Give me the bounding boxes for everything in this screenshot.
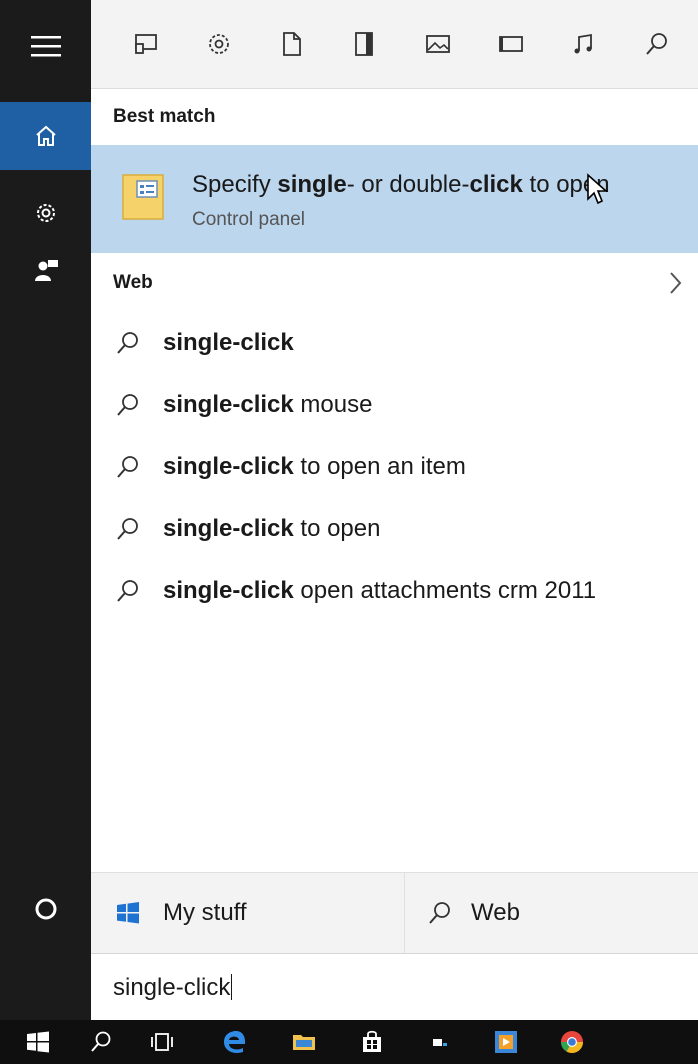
suggestion-text: single-click to open an item <box>163 453 466 481</box>
cortana-circle-icon <box>35 898 56 920</box>
control-panel-icon <box>122 174 164 220</box>
best-match-subtitle: Control panel <box>192 209 306 230</box>
chrome-icon <box>561 1031 583 1053</box>
apps-icon <box>135 34 157 54</box>
settings-icon <box>209 34 229 54</box>
task-view-button[interactable] <box>146 1026 178 1058</box>
suggestion-text: single-click mouse <box>163 391 372 419</box>
search-input-value: single-click <box>113 974 233 1002</box>
suggestion-bold: single-click <box>163 391 294 418</box>
file-explorer-icon <box>293 1035 315 1050</box>
suggestion-text: single-click to open <box>163 515 380 543</box>
gear-icon <box>36 204 55 222</box>
photos-filter[interactable] <box>420 26 456 62</box>
media-app-button[interactable] <box>490 1026 522 1058</box>
file-explorer-button[interactable] <box>288 1026 320 1058</box>
web-tab-label: Web <box>471 899 520 926</box>
hamburger-menu-icon <box>30 36 61 57</box>
text-caret <box>231 974 233 1000</box>
best-match-title: Specify single- or double-click to open <box>192 171 610 199</box>
hamburger-menu-button[interactable] <box>0 17 91 75</box>
search-icon <box>91 1031 111 1052</box>
documents-filter[interactable] <box>274 26 310 62</box>
web-suggestion[interactable]: single-click to open an item <box>91 437 698 497</box>
folders-icon <box>355 32 373 56</box>
my-stuff-tab[interactable]: My stuff <box>91 873 405 953</box>
windows-start-icon <box>27 1031 49 1053</box>
task-view-icon <box>151 1033 173 1051</box>
search-scope-bar: My stuff Web <box>91 872 698 953</box>
music-filter[interactable] <box>566 26 602 62</box>
start-button[interactable] <box>22 1026 54 1058</box>
settings-filter[interactable] <box>201 26 237 62</box>
settings-button[interactable] <box>0 184 91 242</box>
mouse-pointer-icon <box>587 173 609 205</box>
suggestion-rest: mouse <box>293 391 373 418</box>
search-icon <box>117 394 138 416</box>
my-stuff-label: My stuff <box>163 899 247 926</box>
photos-icon <box>426 35 450 53</box>
videos-filter[interactable] <box>493 26 529 62</box>
search-icon <box>117 518 138 540</box>
left-rail <box>0 0 91 1020</box>
title-part: Specify <box>192 171 278 198</box>
taskbar-search-button[interactable] <box>85 1026 117 1058</box>
search-query: single-click <box>113 974 231 1001</box>
suggestion-bold: single-click <box>163 577 294 604</box>
web-suggestion[interactable]: single-click mouse <box>91 375 698 435</box>
cortana-button[interactable] <box>0 880 91 938</box>
suggestion-bold: single-click <box>163 329 294 356</box>
title-part-bold: single <box>277 171 347 198</box>
web-heading: Web <box>113 272 153 293</box>
web-suggestion[interactable]: single-click <box>91 313 698 373</box>
folders-filter[interactable] <box>347 26 383 62</box>
windows-logo-icon <box>117 902 139 924</box>
chrome-button[interactable] <box>556 1026 588 1058</box>
music-icon <box>574 33 592 54</box>
terminal-button[interactable] <box>424 1026 456 1058</box>
media-app-icon <box>495 1031 517 1053</box>
videos-icon <box>499 36 523 52</box>
best-match-heading: Best match <box>113 106 216 127</box>
apps-filter[interactable] <box>128 26 164 62</box>
title-part: - or double- <box>346 171 470 198</box>
search-icon <box>646 33 667 55</box>
web-tab[interactable]: Web <box>405 873 698 953</box>
suggestion-rest: open attachments crm 2011 <box>293 577 597 604</box>
home-button[interactable] <box>0 102 91 170</box>
documents-icon <box>283 32 301 56</box>
suggestion-rest: to open <box>293 515 381 542</box>
suggestion-rest: to open an item <box>293 453 466 480</box>
terminal-icon <box>433 1039 447 1046</box>
home-icon <box>35 125 56 146</box>
edge-button[interactable] <box>218 1026 250 1058</box>
search-icon <box>117 580 138 602</box>
web-suggestion[interactable]: single-click open attachments crm 2011 <box>91 561 698 621</box>
edge-icon <box>224 1031 245 1053</box>
suggestion-text: single-click <box>163 329 294 357</box>
search-input[interactable]: single-click <box>91 953 698 1021</box>
title-part-bold: click <box>469 171 523 198</box>
store-button[interactable] <box>356 1026 388 1058</box>
best-match-result[interactable]: Specify single- or double-click to open … <box>91 145 698 253</box>
search-icon <box>117 456 138 478</box>
search-icon <box>117 332 138 354</box>
search-icon <box>429 902 450 924</box>
feedback-icon <box>34 260 58 281</box>
web-suggestion[interactable]: single-click to open <box>91 499 698 559</box>
suggestion-bold: single-click <box>163 515 294 542</box>
suggestion-text: single-click open attachments crm 2011 <box>163 577 596 605</box>
chevron-right-icon[interactable] <box>668 270 684 296</box>
search-filter-bar <box>91 0 698 89</box>
store-icon <box>363 1030 381 1052</box>
feedback-button[interactable] <box>0 241 91 299</box>
search-filter[interactable] <box>639 26 675 62</box>
suggestion-bold: single-click <box>163 453 294 480</box>
taskbar <box>0 1020 698 1064</box>
